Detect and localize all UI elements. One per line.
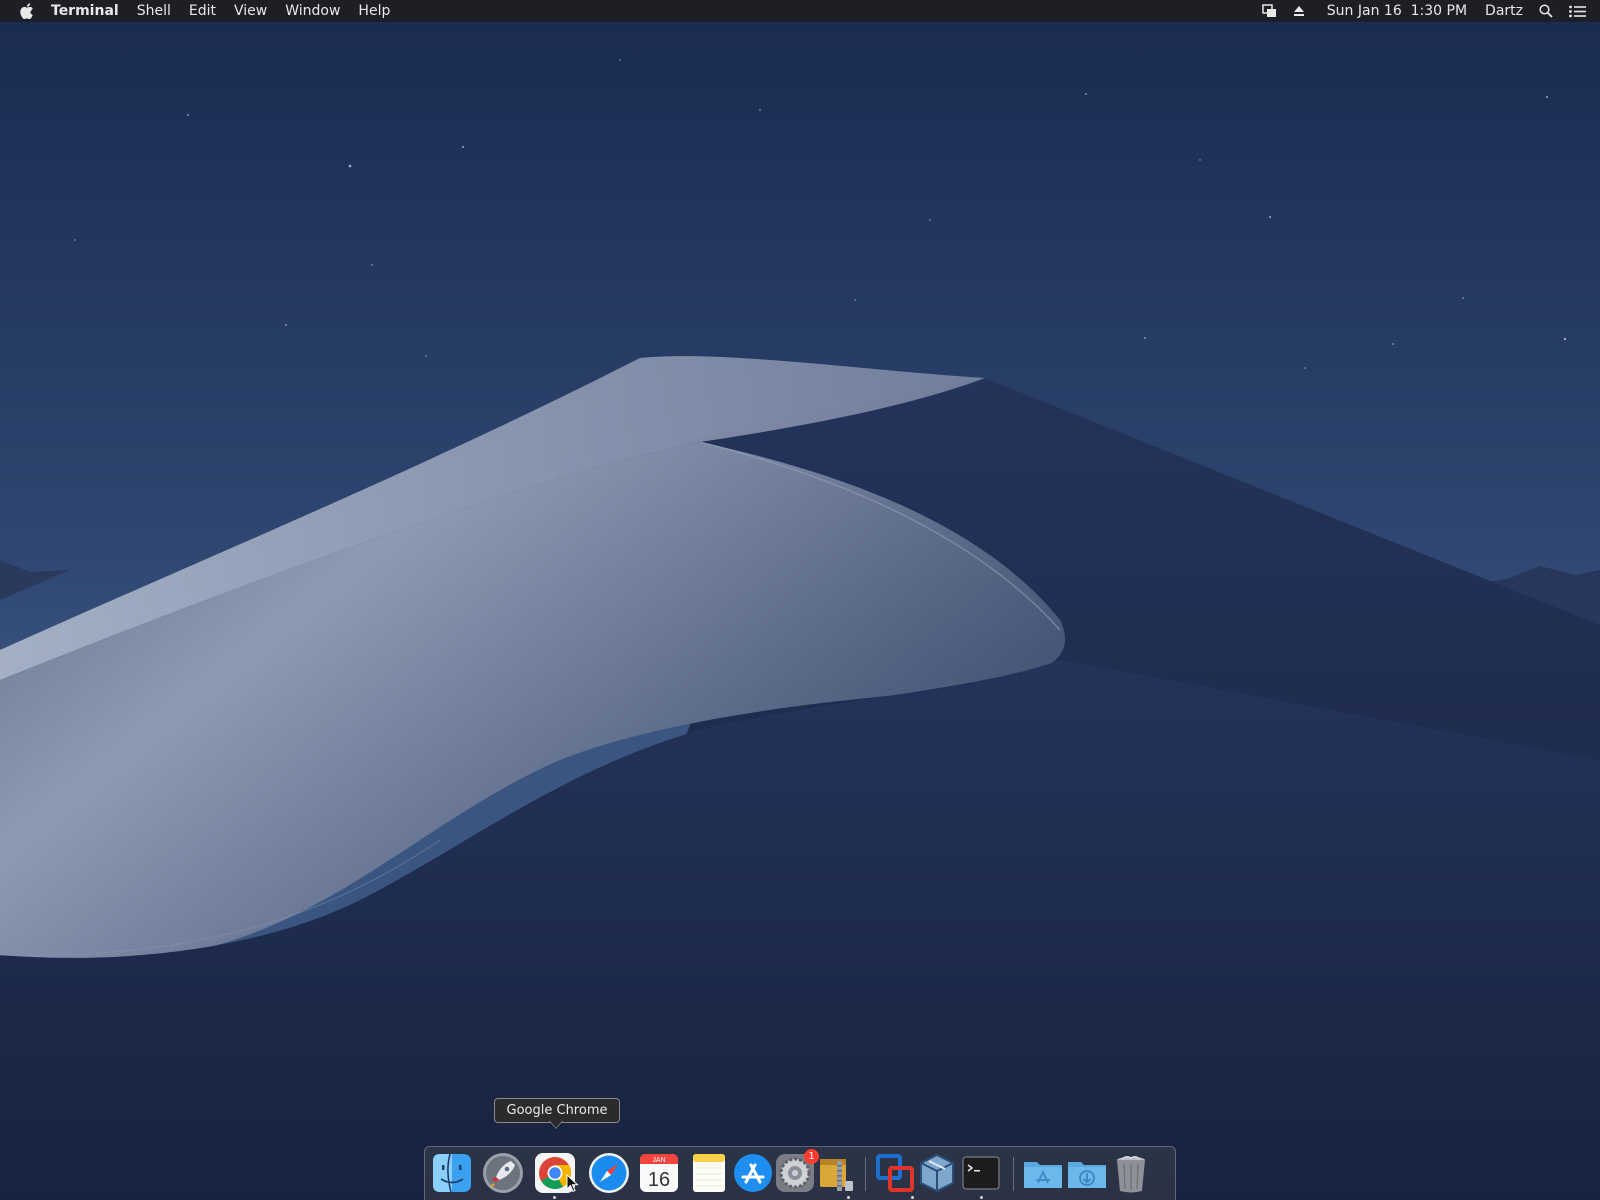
- trash-icon: [1117, 1155, 1145, 1193]
- dock-launchpad[interactable]: [481, 1151, 525, 1195]
- safari-compass-icon: [589, 1153, 629, 1193]
- menu-shell[interactable]: Shell: [128, 0, 180, 22]
- calendar-icon: JAN 16: [640, 1154, 678, 1192]
- calendar-month: JAN: [652, 1157, 665, 1164]
- dock-virtualbox[interactable]: [915, 1151, 959, 1195]
- app-store-icon: [734, 1154, 772, 1192]
- calendar-day: 16: [648, 1169, 670, 1191]
- notification-center-icon[interactable]: [1561, 5, 1600, 18]
- vmware-fusion-icon: [876, 1154, 914, 1192]
- vmware-running-indicator: [911, 1196, 914, 1199]
- terminal-running-indicator: [980, 1196, 983, 1199]
- dock-calendar[interactable]: JAN 16: [637, 1151, 681, 1195]
- terminal-icon: [962, 1156, 1000, 1190]
- menu-view[interactable]: View: [225, 0, 276, 22]
- menu-help[interactable]: Help: [349, 0, 399, 22]
- notes-icon: [693, 1154, 725, 1192]
- archive-zipper-icon: [820, 1159, 853, 1191]
- dock-separator-stacks: [1013, 1157, 1014, 1191]
- dock-downloads-folder[interactable]: [1065, 1151, 1109, 1195]
- spotlight-search-icon[interactable]: [1531, 4, 1561, 18]
- dock-archive-utility[interactable]: [815, 1151, 859, 1195]
- dock-notes[interactable]: [687, 1151, 731, 1195]
- eject-icon[interactable]: [1285, 5, 1313, 17]
- dock-safari[interactable]: [587, 1151, 631, 1195]
- downloads-folder-icon: [1068, 1162, 1106, 1188]
- apple-menu-icon[interactable]: [16, 0, 38, 22]
- dock-applications-folder[interactable]: [1021, 1151, 1065, 1195]
- menu-edit[interactable]: Edit: [180, 0, 225, 22]
- dock-separator: [865, 1157, 866, 1191]
- menu-app-name[interactable]: Terminal: [42, 0, 128, 22]
- applications-folder-icon: [1024, 1162, 1062, 1188]
- finder-icon: [433, 1153, 471, 1193]
- launchpad-rocket-icon: [483, 1153, 523, 1193]
- desktop-wallpaper: [0, 0, 1600, 1200]
- dock: JAN 16 1: [424, 1146, 1176, 1200]
- virtualbox-cube-icon: [920, 1153, 954, 1193]
- menu-window[interactable]: Window: [276, 0, 349, 22]
- dock-trash[interactable]: [1109, 1151, 1153, 1195]
- archive-running-indicator: [847, 1196, 850, 1199]
- menubar-user[interactable]: Dartz: [1475, 0, 1531, 22]
- screen-mirroring-icon[interactable]: [1254, 4, 1285, 18]
- tooltip-arrow-fill: [550, 1121, 562, 1128]
- chrome-running-indicator: [553, 1196, 556, 1199]
- dock-system-preferences[interactable]: 1: [773, 1149, 819, 1195]
- menu-bar: Terminal Shell Edit View Window Help Sun…: [0, 0, 1600, 22]
- dock-app-store[interactable]: [731, 1151, 775, 1195]
- dock-terminal[interactable]: [959, 1151, 1003, 1195]
- dock-tooltip: Google Chrome: [494, 1098, 620, 1123]
- mouse-pointer-icon: [566, 1174, 579, 1193]
- dock-vmware-fusion[interactable]: [873, 1151, 917, 1195]
- dock-finder[interactable]: [430, 1151, 474, 1195]
- menubar-clock[interactable]: Sun Jan 16 1:30 PM: [1313, 0, 1475, 22]
